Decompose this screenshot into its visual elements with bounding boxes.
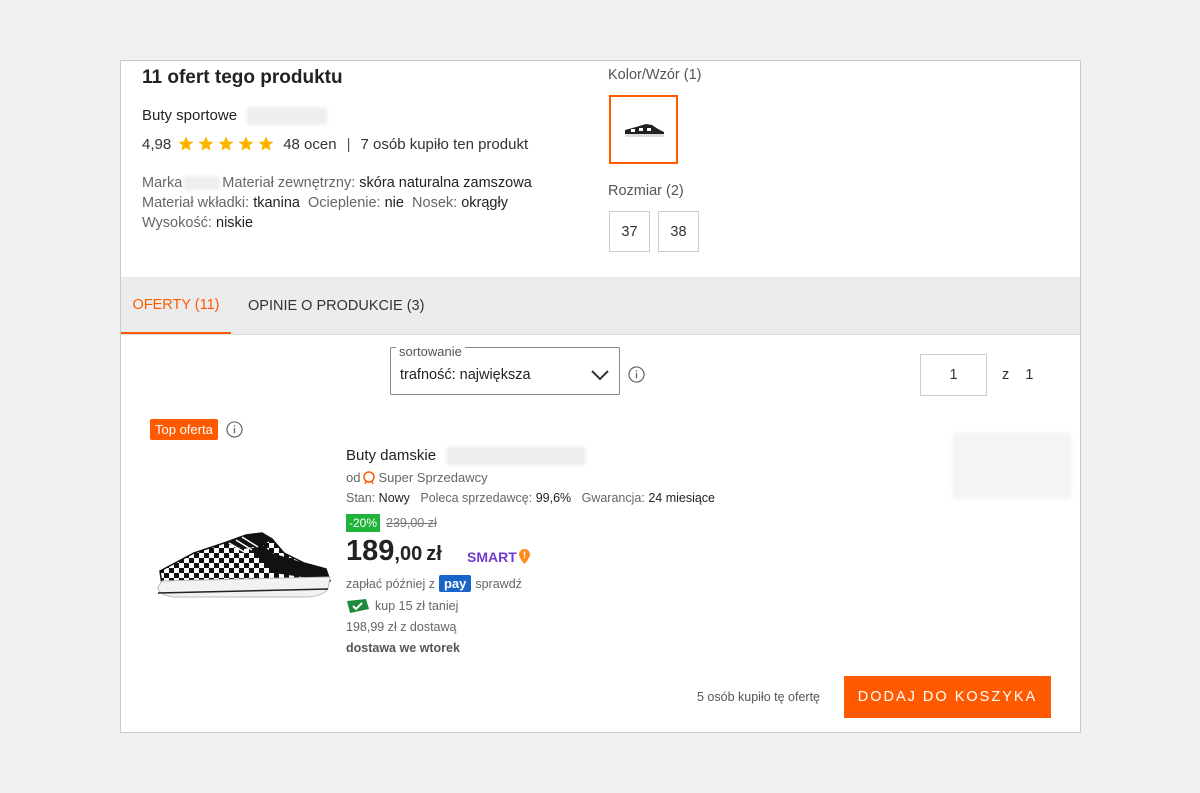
seller-logo [953,433,1071,499]
tab-reviews[interactable]: OPINIE O PRODUKCIE (3) [248,277,424,334]
size-label: Rozmiar (2) [608,183,684,199]
spec-insole-value: tkanina [253,195,300,211]
top-offer-badge: Top oferta [150,419,218,440]
chevron-down-icon[interactable] [589,364,611,386]
seller-name[interactable]: Super Sprzedawcy [378,470,487,485]
warranty-label: Gwarancja: [581,491,645,505]
seller-row: od Super Sprzedawcy [346,470,488,485]
page-of-label: z [1002,367,1010,383]
price-cents: ,00 [394,543,423,565]
smart-badge[interactable]: SMART [467,548,531,565]
product-card: 11 ofert tego produktu Buty sportowe 4,9… [120,60,1081,733]
spec-insulation-label: Ocieplenie: [308,195,381,211]
recommend-label: Poleca sprzedawcę: [420,491,533,505]
offer-title[interactable]: Buty damskie [346,447,587,466]
page-total-value: 1 [1025,367,1034,383]
rating-stars[interactable] [177,135,277,153]
color-swatch-selected[interactable] [609,95,678,164]
spec-toe-label: Nosek: [412,195,458,211]
separator: | [346,135,351,153]
info-icon[interactable] [226,421,243,438]
coupon-icon [347,599,369,613]
blurred-brand [446,447,587,466]
spec-insulation-value: nie [384,195,404,211]
seller-prefix: od [346,470,361,485]
condition-label: Stan: [346,491,376,505]
spec-insole-label: Materiał wkładki: [142,195,250,211]
spec-brand-label: Marka [142,175,183,191]
pay-later-text: zapłać później z [346,576,435,591]
spec-material-label: Materiał zewnętrzny: [222,175,356,191]
rating-value: 4,98 [142,135,172,153]
price-main: 189 [346,535,395,567]
delivery-day: dostawa we wtorek [346,641,460,655]
pay-later-row: zapłać później z pay sprawdź [346,575,522,592]
pay-logo: pay [438,575,472,592]
smart-pin-icon [518,549,530,564]
sort-value[interactable]: trafność: największa [400,367,531,383]
offers-title: 11 ofert tego produktu [142,67,343,88]
page-total: z 1 [1002,367,1033,383]
info-icon[interactable] [628,366,645,383]
smart-label: SMART [467,548,517,565]
old-price: 239,00 zł [386,516,437,530]
size-option-38[interactable]: 38 [658,211,699,252]
ratings-count-link[interactable]: 48 ocen [283,136,336,153]
price: 189,00 zł [346,535,442,568]
offer-details: Stan: Nowy Poleca sprzedawcę: 99,6% Gwar… [346,491,715,505]
pay-check-link[interactable]: sprawdź [475,577,522,591]
size-option-37[interactable]: 37 [609,211,650,252]
offer-title-text[interactable]: Buty damskie [346,447,436,464]
super-seller-icon [363,470,376,484]
color-pattern-label: Kolor/Wzór (1) [608,67,702,83]
star-icon [238,136,254,151]
condition-value: Nowy [378,491,410,505]
product-name: Buty sportowe [142,107,328,126]
tab-bar: OFERTY (11) OPINIE O PRODUKCIE (3) [121,277,1080,335]
offer-buyers-count: 5 osób kupiło tę ofertę [697,690,820,704]
star-icon [218,136,234,151]
coupon-row[interactable]: kup 15 zł taniej [346,599,458,613]
star-icon [258,136,274,151]
shoe-thumbnail-icon [624,123,664,137]
star-icon [178,136,194,151]
coupon-text: kup 15 zł taniej [375,599,459,613]
blurred-brand [247,107,328,126]
product-name-text: Buty sportowe [142,107,238,124]
discount-badge: -20% [346,514,381,532]
spec-height-value: niskie [216,215,254,231]
add-to-cart-button[interactable]: DODAJ DO KOSZYKA [844,676,1051,718]
spec-toe-value: okrągły [461,195,508,211]
spec-material-value: skóra naturalna zamszowa [359,175,532,191]
star-icon [198,136,214,151]
product-buyers-count: 7 osób kupiło ten produkt [360,135,529,153]
warranty-value: 24 miesiące [648,491,716,505]
product-specs: Marka Materiał zewnętrzny: skóra naturaln… [142,173,532,233]
page-number-input[interactable]: 1 [920,354,987,396]
sort-legend: sortowanie [396,344,465,359]
rating-row: 4,98 48 ocen | 7 osób kupiło ten produkt [142,135,528,153]
blurred-brand [184,176,221,191]
delivery-price: 198,99 zł z dostawą [346,620,457,634]
spec-height-label: Wysokość: [142,215,212,231]
tab-offers[interactable]: OFERTY (11) [121,277,231,334]
price-currency: zł [426,543,442,565]
recommend-value: 99,6% [535,491,572,505]
shoe-product-image[interactable] [154,523,334,605]
